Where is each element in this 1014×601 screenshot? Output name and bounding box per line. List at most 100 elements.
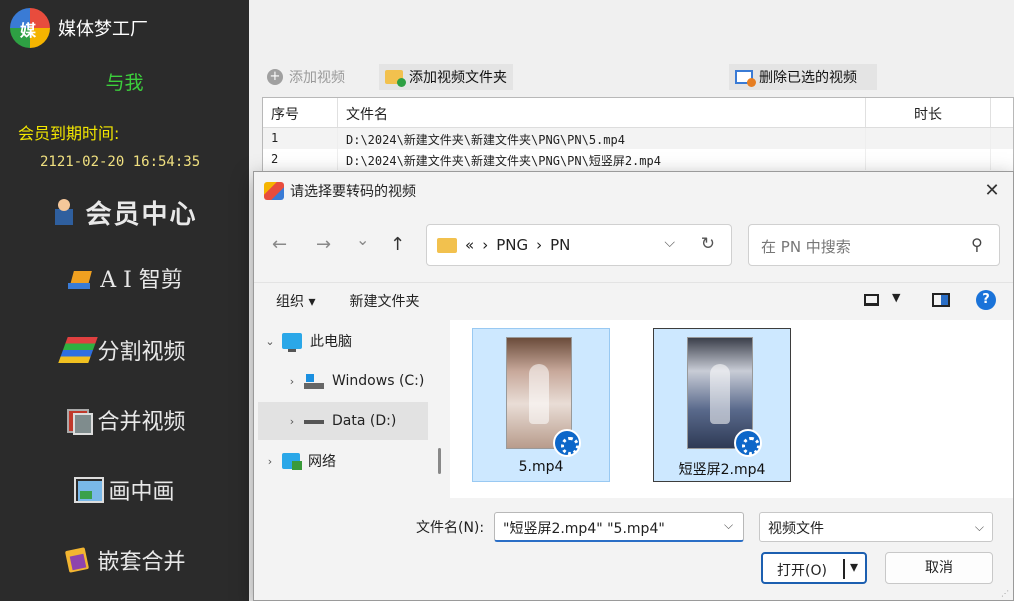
folder-add-icon — [385, 70, 406, 87]
resize-grip-icon[interactable]: ⋰ — [1001, 589, 1009, 598]
column-header-index[interactable]: 序号 — [263, 98, 338, 127]
table-header: 序号 文件名 时长 — [263, 98, 1013, 128]
command-bar: 组织 ▾ 新建文件夹 ▼ ? — [254, 282, 1013, 318]
open-button[interactable]: 打开(O) ▾ — [761, 552, 867, 584]
refresh-icon[interactable]: ↻ — [701, 234, 715, 254]
folder-icon — [437, 237, 457, 253]
network-icon — [282, 453, 302, 470]
drive-icon — [304, 413, 324, 429]
sidebar: 媒体梦工厂 与我 会员到期时间: 2121-02-20 16:54:35 会员中… — [0, 0, 249, 601]
tree-item-network[interactable]: › 网络 — [258, 442, 428, 480]
nav-merge-video[interactable]: 合并视频 — [0, 400, 249, 440]
drive-icon — [304, 373, 324, 389]
add-folder-button[interactable]: 添加视频文件夹 — [379, 64, 513, 90]
chevron-down-icon[interactable]: ⌵ — [664, 235, 675, 251]
tree-label: 网络 — [308, 454, 336, 470]
about-link[interactable]: 与我 — [0, 68, 249, 95]
chevron-down-icon: ⌵ — [974, 520, 984, 534]
back-arrow-icon[interactable]: ← — [272, 234, 287, 255]
nav-ai-edit[interactable]: A I 智剪 — [0, 258, 249, 298]
view-mode-icon[interactable] — [864, 294, 879, 306]
file-open-dialog: 请选择要转码的视频 ✕ ← → ⌄ ↑ « › PNG › PN ⌵ ↻ 在 P… — [253, 171, 1014, 601]
tree-label: Windows (C:) — [332, 373, 425, 389]
app-title: 媒体梦工厂 — [58, 19, 148, 40]
pip-icon — [74, 477, 105, 503]
member-expiry-label: 会员到期时间: — [18, 124, 120, 143]
breadcrumb-png[interactable]: PNG — [496, 236, 528, 254]
nav-label: 会员中心 — [85, 199, 198, 230]
row-index: 2 — [263, 149, 338, 170]
tree-item-windows-c[interactable]: › Windows (C:) — [280, 362, 450, 400]
recent-locations-chevron-icon[interactable]: ⌄ — [356, 230, 369, 249]
breadcrumb-separator: › — [536, 236, 543, 254]
new-folder-button[interactable]: 新建文件夹 — [349, 291, 419, 311]
preview-pane-icon[interactable] — [932, 293, 950, 307]
address-row: ← → ⌄ ↑ « › PNG › PN ⌵ ↻ 在 PN 中搜索 ⚲ — [254, 222, 1013, 268]
nav-picture-in-picture[interactable]: 画中画 — [0, 470, 249, 510]
view-dropdown-icon[interactable]: ▼ — [892, 291, 900, 304]
navigation-pane: ⌄ 此电脑 › Windows (C:) › Data (D:) › 网络 — [254, 320, 450, 498]
add-folder-label: 添加视频文件夹 — [409, 70, 507, 86]
help-icon[interactable]: ? — [976, 290, 996, 310]
forward-arrow-icon[interactable]: → — [316, 234, 331, 255]
tree-item-this-pc[interactable]: ⌄ 此电脑 — [258, 322, 428, 360]
row-filename: D:\2024\新建文件夹\新建文件夹\PNG\PN\5.mp4 — [338, 128, 866, 149]
filename-input[interactable]: "短竖屏2.mp4" "5.mp4" — [494, 512, 744, 542]
nav-split-video[interactable]: 分割视频 — [0, 330, 249, 370]
row-filename: D:\2024\新建文件夹\新建文件夹\PNG\PN\短竖屏2.mp4 — [338, 149, 866, 170]
breadcrumb-pn[interactable]: PN — [550, 236, 570, 254]
split-button-divider — [843, 559, 845, 579]
dialog-title: 请选择要转码的视频 — [290, 184, 416, 200]
table-row[interactable]: 1 D:\2024\新建文件夹\新建文件夹\PNG\PN\5.mp4 — [263, 128, 1013, 149]
file-tile[interactable]: 短竖屏2.mp4 — [653, 328, 791, 482]
filetype-select[interactable]: 视频文件 ⌵ — [759, 512, 993, 542]
tree-item-data-d[interactable]: › Data (D:) — [258, 402, 428, 440]
table-row[interactable]: 2 D:\2024\新建文件夹\新建文件夹\PNG\PN\短竖屏2.mp4 — [263, 149, 1013, 170]
search-placeholder: 在 PN 中搜索 — [761, 238, 851, 256]
nav-label: 合并视频 — [97, 410, 186, 435]
address-bar[interactable]: « › PNG › PN ⌵ ↻ — [426, 224, 732, 266]
scrollbar-thumb[interactable] — [438, 448, 441, 474]
search-icon[interactable]: ⚲ — [971, 235, 983, 254]
dialog-titlebar[interactable]: 请选择要转码的视频 — [254, 172, 1013, 210]
search-input[interactable]: 在 PN 中搜索 ⚲ — [748, 224, 1000, 266]
open-options-dropdown-icon[interactable]: ▾ — [850, 557, 858, 576]
expand-chevron-icon[interactable]: › — [258, 455, 282, 468]
delete-selected-label: 删除已选的视频 — [759, 70, 857, 86]
video-file-icon — [553, 429, 581, 457]
column-header-filename[interactable]: 文件名 — [338, 98, 866, 127]
column-header-duration[interactable]: 时长 — [866, 98, 991, 127]
app-header: 媒体梦工厂 — [10, 8, 148, 48]
expand-chevron-icon[interactable]: › — [280, 415, 304, 428]
dialog-footer: 文件名(N): "短竖屏2.mp4" "5.mp4" ⌵ 视频文件 ⌵ 打开(O… — [254, 498, 1013, 600]
delete-icon — [735, 70, 756, 87]
file-name: 短竖屏2.mp4 — [678, 462, 766, 478]
breadcrumb-overflow[interactable]: « — [465, 236, 474, 254]
delete-selected-button[interactable]: 删除已选的视频 — [729, 64, 877, 90]
app-logo-icon — [10, 8, 50, 48]
organize-button[interactable]: 组织 ▾ — [276, 291, 315, 311]
tree-label: 此电脑 — [310, 334, 352, 350]
close-icon[interactable]: ✕ — [981, 180, 1003, 201]
merge-icon — [63, 407, 94, 435]
up-arrow-icon[interactable]: ↑ — [390, 234, 405, 255]
add-video-button[interactable]: + 添加视频 — [261, 64, 351, 90]
filename-label: 文件名(N): — [416, 520, 485, 536]
nest-icon — [63, 547, 93, 573]
split-icon — [58, 337, 99, 363]
cancel-button[interactable]: 取消 — [885, 552, 993, 584]
nav-label: 画中画 — [108, 480, 175, 505]
filename-history-chevron-icon[interactable]: ⌵ — [724, 518, 733, 533]
add-video-label: 添加视频 — [289, 70, 345, 86]
expand-chevron-icon[interactable]: ⌄ — [258, 335, 282, 348]
filetype-value: 视频文件 — [768, 521, 824, 537]
nav-nest-merge[interactable]: 嵌套合并 — [0, 540, 249, 580]
expand-chevron-icon[interactable]: › — [280, 375, 304, 388]
row-index: 1 — [263, 128, 338, 149]
plus-icon: + — [267, 69, 283, 85]
nav-label: 分割视频 — [97, 340, 186, 365]
member-expiry-value: 2121-02-20 16:54:35 — [40, 154, 201, 170]
nav-member-center[interactable]: 会员中心 — [0, 190, 249, 234]
file-tile[interactable]: 5.mp4 — [472, 328, 610, 482]
row-duration — [866, 149, 991, 170]
